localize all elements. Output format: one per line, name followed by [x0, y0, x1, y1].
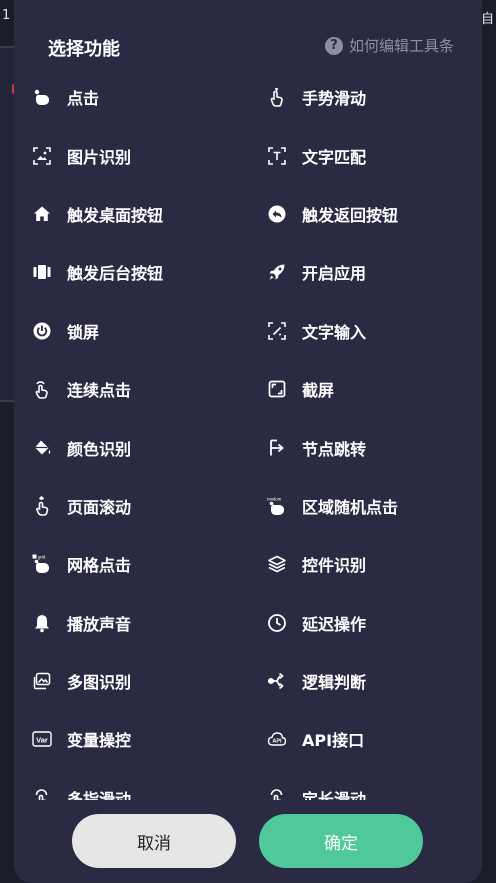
- function-item-label: 控件识别: [302, 556, 367, 576]
- function-item-label: 颜色识别: [67, 439, 132, 459]
- recents-icon: [32, 262, 52, 282]
- function-item[interactable]: 控件识别: [249, 535, 482, 593]
- paint-bucket-icon: [32, 438, 52, 458]
- function-item-label: 图片识别: [67, 147, 132, 167]
- function-item-label: 手势滑动: [302, 89, 367, 109]
- function-item[interactable]: Var 变量操控: [14, 710, 249, 768]
- status-right: 自: [480, 12, 494, 27]
- function-item[interactable]: 播放声音: [14, 594, 249, 652]
- sheet-title: 选择功能: [48, 39, 120, 60]
- function-item[interactable]: 逻辑判断: [249, 652, 482, 710]
- function-item[interactable]: 触发桌面按钮: [14, 185, 249, 243]
- function-item-label: 延迟操作: [302, 614, 367, 634]
- function-item-label: 逻辑判断: [302, 673, 367, 693]
- function-item-label: 触发桌面按钮: [67, 205, 164, 225]
- random-tap-icon: random: [267, 496, 287, 516]
- swipe-gesture-icon: [267, 87, 287, 107]
- back-arrow-icon: [267, 204, 287, 224]
- function-item-label: 变量操控: [67, 731, 132, 751]
- node-jump-icon: [267, 438, 287, 458]
- svg-text:API: API: [272, 739, 282, 745]
- function-item-label: 点击: [67, 89, 100, 109]
- function-item[interactable]: 图片识别: [14, 126, 249, 184]
- var-icon: Var: [32, 729, 52, 749]
- function-item[interactable]: API API接口: [249, 710, 482, 768]
- status-left: 1: [2, 8, 11, 23]
- cancel-button[interactable]: 取消: [72, 814, 236, 868]
- text-match-icon: [267, 146, 287, 166]
- function-item-label: 连续点击: [67, 381, 132, 401]
- tap-hand-icon: [32, 87, 52, 107]
- svg-text:random: random: [267, 496, 282, 501]
- function-item-label: 多图识别: [67, 673, 132, 693]
- function-item[interactable]: 开启应用: [249, 243, 482, 301]
- rocket-icon: [267, 262, 287, 282]
- multi-image-icon: [32, 671, 52, 691]
- power-icon: [32, 321, 52, 341]
- function-picker-sheet: 选择功能 ? 如何编辑工具条 点击 手势滑动图片识别 文字匹配触发桌面按钮 触发返回按…: [14, 0, 482, 883]
- function-item-label: 网格点击: [67, 556, 132, 576]
- bell-icon: [32, 613, 52, 633]
- function-item[interactable]: 点击: [14, 68, 249, 126]
- function-item[interactable]: 多图识别: [14, 652, 249, 710]
- function-item[interactable]: 触发返回按钮: [249, 185, 482, 243]
- function-grid: 点击 手势滑动图片识别 文字匹配触发桌面按钮 触发返回按钮触发后台按钮 开启应用锁屏 文字…: [14, 68, 482, 809]
- image-recognition-icon: [32, 146, 52, 166]
- logic-branch-icon: [267, 671, 287, 691]
- function-item-label: 截屏: [302, 381, 335, 401]
- function-item-label: 播放声音: [67, 614, 132, 634]
- function-item[interactable]: 锁屏: [14, 302, 249, 360]
- confirm-button[interactable]: 确定: [259, 814, 423, 868]
- function-item-label: 开启应用: [302, 264, 367, 284]
- svg-text:Var: Var: [36, 736, 48, 745]
- function-item-label: 触发后台按钮: [67, 264, 164, 284]
- function-item-label: 文字匹配: [302, 147, 367, 167]
- function-item-label: 文字输入: [302, 322, 367, 342]
- home-icon: [32, 204, 52, 224]
- function-item[interactable]: 节点跳转: [249, 418, 482, 476]
- function-item-label: 页面滚动: [67, 497, 132, 517]
- scroll-icon: [32, 495, 52, 516]
- function-item[interactable]: 文字输入: [249, 302, 482, 360]
- text-input-icon: [267, 321, 287, 341]
- function-item-label: 区域随机点击: [302, 497, 399, 517]
- grid-tap-icon: grid: [32, 554, 52, 574]
- api-cloud-icon: API: [267, 729, 287, 749]
- screenshot-icon: [267, 379, 287, 399]
- function-item[interactable]: 页面滚动: [14, 477, 249, 535]
- function-item-label: 触发返回按钮: [302, 205, 399, 225]
- clock-icon: [267, 613, 287, 633]
- svg-text:grid: grid: [38, 555, 46, 560]
- layers-icon: [267, 554, 287, 574]
- function-item[interactable]: 延迟操作: [249, 594, 482, 652]
- help-label: 如何编辑工具条: [348, 37, 454, 55]
- function-item[interactable]: grid 网格点击: [14, 535, 249, 593]
- multi-tap-icon: [32, 379, 52, 399]
- function-item[interactable]: 连续点击: [14, 360, 249, 418]
- function-item[interactable]: 截屏: [249, 360, 482, 418]
- function-item-label: 锁屏: [67, 322, 100, 342]
- function-item[interactable]: 触发后台按钮: [14, 243, 249, 301]
- function-item[interactable]: 文字匹配: [249, 126, 482, 184]
- function-item[interactable]: 手势滑动: [249, 68, 482, 126]
- help-link[interactable]: ? 如何编辑工具条: [324, 35, 454, 56]
- function-item[interactable]: random 区域随机点击: [249, 477, 482, 535]
- function-item-label: API接口: [302, 731, 365, 751]
- function-item-label: 节点跳转: [302, 439, 367, 459]
- help-icon: ?: [324, 36, 343, 55]
- sheet-footer: 取消 确定: [14, 800, 482, 883]
- function-item[interactable]: 颜色识别: [14, 418, 249, 476]
